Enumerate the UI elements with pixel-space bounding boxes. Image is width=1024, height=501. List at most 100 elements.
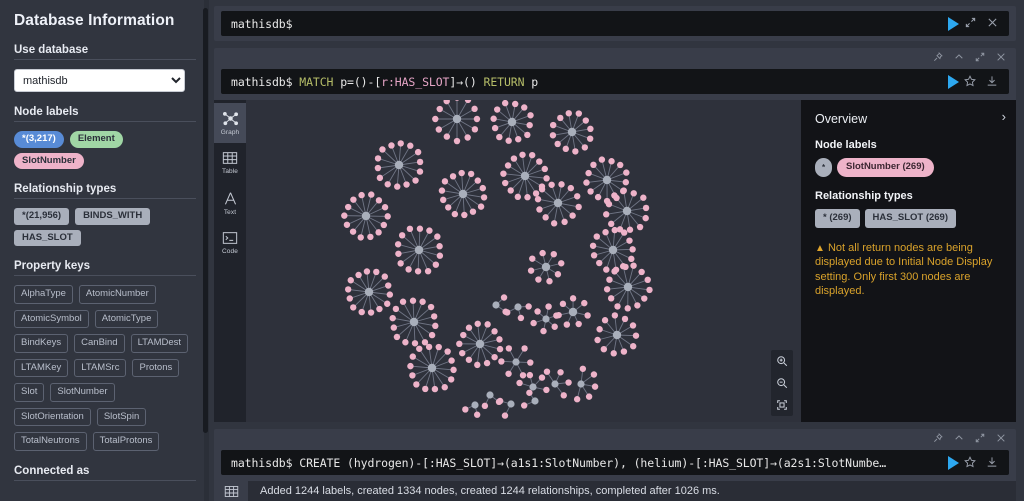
property-key-chip[interactable]: SlotOrientation [14,407,91,426]
keyword-match: MATCH [299,74,334,89]
bottom-query-row: mathisdb$ CREATE (hydrogen)-[:HAS_SLOT]→… [214,450,1016,481]
graph-icon [222,111,238,125]
overview-node-label-chip-slotnumber[interactable]: SlotNumber (269) [837,158,934,177]
property-key-chip[interactable]: LTAMSrc [74,358,127,377]
tab-graph[interactable]: Graph [214,103,246,143]
property-key-chip[interactable]: CanBind [74,334,125,353]
top-command-bar[interactable]: mathisdb$ [221,11,1009,36]
overview-relationship-types-label: Relationship types [815,190,913,202]
tab-table[interactable]: Table [214,143,246,183]
property-key-chip[interactable]: LTAMKey [14,358,69,377]
tab-code[interactable]: Code [214,223,246,263]
property-key-chip[interactable]: BindKeys [14,334,69,353]
expand-icon[interactable] [959,17,981,30]
tab-graph-label: Graph [220,128,240,136]
query-result-frame: mathisdb$ MATCH p=()-[r:HAS_SLOT]→() RET… [214,48,1016,422]
view-tab-strip: Graph Table Text Code [214,100,246,422]
property-key-list: AlphaType AtomicNumber AtomicSymbol Atom… [14,285,196,451]
bottom-query-prompt: mathisdb$ [231,455,293,470]
sidebar-scrollbar-thumb[interactable] [203,8,208,433]
bottom-query-text[interactable]: mathisdb$ CREATE (hydrogen)-[:HAS_SLOT]→… [231,456,942,470]
node-label-chip-slotnumber[interactable]: SlotNumber [14,152,84,169]
divider [14,59,196,60]
collapse-icon[interactable] [948,52,969,65]
expand-icon[interactable] [969,52,990,65]
table-icon[interactable] [214,481,248,501]
collapse-icon[interactable] [948,433,969,446]
sidebar-scrollbar-track[interactable] [203,0,209,501]
overview-relationship-chip-all[interactable]: * (269) [815,209,860,228]
tab-text-label: Text [223,208,237,216]
sidebar-title: Database Information [14,12,175,29]
close-icon[interactable] [990,52,1011,65]
property-key-chip[interactable]: AtomicType [94,309,159,328]
frame-query-text[interactable]: mathisdb$ MATCH p=()-[r:HAS_SLOT]→() RET… [231,75,942,89]
zoom-controls [771,350,793,416]
use-database-label: Use database [14,44,89,56]
expand-icon[interactable] [969,433,990,446]
relationship-chip-has-slot[interactable]: HAS_SLOT [14,229,81,246]
property-key-chip[interactable]: AlphaType [14,285,73,304]
tab-text[interactable]: Text [214,183,246,223]
property-key-chip[interactable]: TotalProtons [92,432,160,451]
zoom-in-icon[interactable] [771,350,793,372]
bottom-command-bar[interactable]: mathisdb$ CREATE (hydrogen)-[:HAS_SLOT]→… [221,450,1009,475]
node-label-chip-element[interactable]: Element [69,131,123,148]
graph-visualization-canvas[interactable] [246,100,801,422]
divider [14,479,196,481]
divider [14,275,196,276]
pin-icon[interactable] [927,51,948,65]
tab-code-label: Code [222,248,238,255]
zoom-to-fit-icon[interactable] [771,394,793,416]
text-icon [224,191,236,205]
property-key-chip[interactable]: LTAMDest [130,334,189,353]
chevron-right-icon[interactable]: › [1002,109,1006,124]
property-key-chip[interactable]: Protons [132,358,180,377]
favorite-star-icon[interactable] [959,74,981,89]
download-icon[interactable] [981,456,1003,470]
property-key-chip[interactable]: SlotSpin [96,407,147,426]
node-label-chip-all[interactable]: *(3,217) [14,131,64,148]
download-icon[interactable] [981,75,1003,89]
divider [14,198,196,199]
zoom-out-icon[interactable] [771,372,793,394]
relationship-chip-all[interactable]: *(21,956) [14,208,70,225]
close-icon[interactable] [981,17,1003,30]
table-icon [222,152,238,164]
warning-icon: ▲ [815,242,825,254]
top-command-editor: mathisdb$ [214,6,1016,41]
divider [14,121,196,122]
property-key-chip[interactable]: AtomicSymbol [14,309,89,328]
frame-toolbar [214,48,1016,69]
graph-svg [341,100,653,419]
run-icon[interactable] [948,16,959,31]
database-select[interactable]: mathisdb [14,69,185,92]
relationship-token: r:HAS_SLOT [381,74,450,89]
query-segment: p [524,74,539,89]
overview-relationship-chip-has-slot[interactable]: HAS_SLOT (269) [864,209,957,228]
property-key-chip[interactable]: TotalNeutrons [14,432,87,451]
run-icon[interactable] [948,74,959,89]
property-key-chip[interactable]: SlotNumber [50,383,115,402]
query-segment: p=()-[ [333,74,382,89]
property-keys-label: Property keys [14,260,91,272]
main-content: mathisdb$ mathisdb$ MATCH p=()-[r:HAS_SL… [210,0,1024,501]
run-icon[interactable] [948,455,959,470]
overview-node-label-chip-all[interactable]: * [815,158,832,177]
tab-table-label: Table [221,168,239,175]
favorite-star-icon[interactable] [959,455,981,470]
result-status-bar: Added 1244 labels, created 1334 nodes, c… [214,481,1016,501]
close-icon[interactable] [990,433,1011,446]
pin-icon[interactable] [927,432,948,446]
frame-command-bar[interactable]: mathisdb$ MATCH p=()-[r:HAS_SLOT]→() RET… [221,69,1009,94]
property-key-chip[interactable]: Slot [14,383,45,402]
relationship-chip-binds-with[interactable]: BINDS_WITH [75,208,151,225]
top-command-input[interactable]: mathisdb$ [231,17,942,31]
property-key-chip[interactable]: AtomicNumber [78,285,156,304]
connected-as-label: Connected as [14,464,90,477]
overview-warning: ▲ Not all return nodes are being display… [815,241,1002,299]
bottom-query-body: CREATE (hydrogen)-[:HAS_SLOT]→(a1s1:Slot… [299,455,887,470]
result-summary-text: Added 1244 labels, created 1334 nodes, c… [260,485,720,497]
frame-body: Graph Table Text Code › Overview Node la… [214,100,1016,422]
query-segment: ]→() [449,74,484,89]
